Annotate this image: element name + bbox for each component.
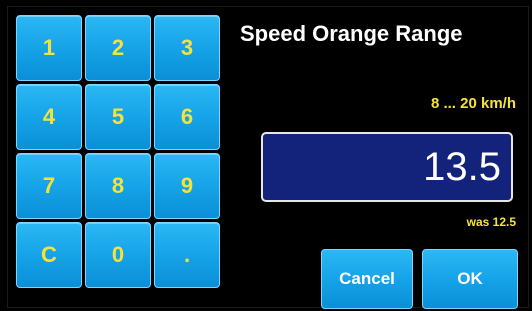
range-label: 8 ... 20 km/h bbox=[430, 95, 516, 112]
key-9[interactable]: 9 bbox=[154, 153, 220, 219]
cancel-button[interactable]: Cancel bbox=[321, 249, 413, 309]
dialog-title: Speed Orange Range bbox=[240, 21, 463, 46]
numeric-entry-dialog: 1 2 3 4 5 6 7 8 9 C 0 . Speed Orange Ran… bbox=[7, 6, 529, 309]
value-display[interactable]: 13.5 bbox=[261, 132, 513, 202]
key-8[interactable]: 8 bbox=[85, 153, 151, 219]
key-3[interactable]: 3 bbox=[154, 15, 220, 81]
key-decimal-point[interactable]: . bbox=[154, 222, 220, 288]
previous-value-label: was 12.5 bbox=[466, 215, 516, 229]
ok-button[interactable]: OK bbox=[422, 249, 518, 309]
key-4[interactable]: 4 bbox=[16, 84, 82, 150]
key-0[interactable]: 0 bbox=[85, 222, 151, 288]
key-2[interactable]: 2 bbox=[85, 15, 151, 81]
key-5[interactable]: 5 bbox=[85, 84, 151, 150]
key-7[interactable]: 7 bbox=[16, 153, 82, 219]
key-6[interactable]: 6 bbox=[154, 84, 220, 150]
key-clear[interactable]: C bbox=[16, 222, 82, 288]
key-1[interactable]: 1 bbox=[16, 15, 82, 81]
